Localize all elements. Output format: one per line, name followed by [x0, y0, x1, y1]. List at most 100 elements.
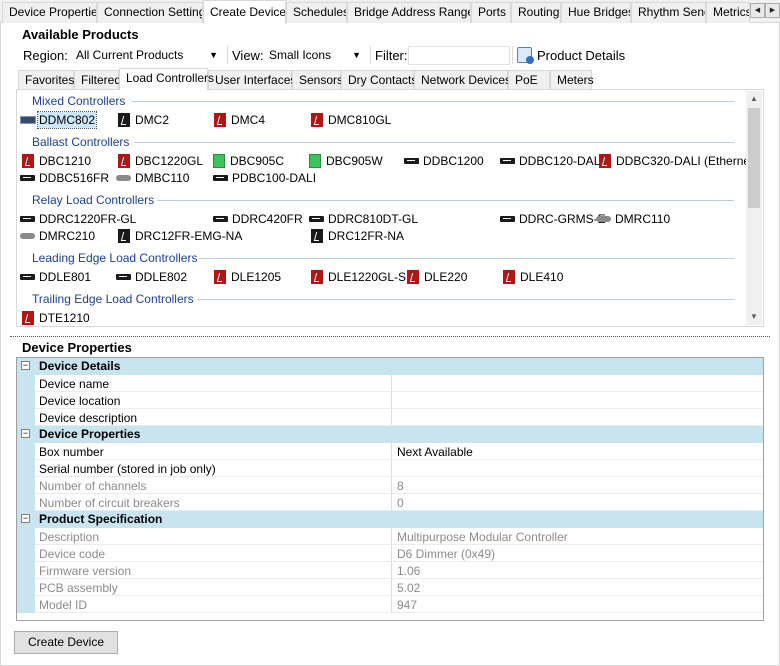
collapse-icon[interactable]: −: [21, 514, 30, 523]
tab-device-properties[interactable]: Device Properties: [2, 2, 97, 23]
product-dle1220gl-s[interactable]: DLE1220GL-S: [311, 269, 411, 285]
panel-splitter[interactable]: [10, 336, 770, 337]
product-dbc1210[interactable]: DBC1210: [22, 153, 112, 169]
product-ddrc1220fr-gl[interactable]: DDRC1220FR-GL: [20, 211, 140, 227]
product-label: DMC2: [135, 113, 170, 127]
column-divider[interactable]: [391, 545, 392, 562]
tab-connection-settings[interactable]: Connection Settings: [97, 2, 203, 23]
column-divider[interactable]: [391, 460, 392, 477]
property-name: Device code: [39, 547, 106, 561]
property-grid: − Device Details Device name Device loca…: [16, 357, 764, 621]
product-dmbc110[interactable]: DMBC110: [116, 170, 206, 186]
column-divider[interactable]: [391, 409, 392, 426]
column-divider[interactable]: [391, 443, 392, 460]
tab-schedules[interactable]: Schedules: [286, 2, 347, 23]
column-divider[interactable]: [391, 494, 392, 511]
product-dmc810gl[interactable]: DMC810GL: [311, 112, 411, 128]
property-name: Device name: [39, 377, 110, 391]
column-divider[interactable]: [391, 596, 392, 613]
product-ddbc120-dali[interactable]: DDBC120-DALI: [500, 153, 604, 169]
category-device-details[interactable]: − Device Details: [17, 358, 763, 375]
tab-scroll-left-icon[interactable]: ◀: [750, 3, 765, 18]
row-gutter: [17, 409, 35, 426]
tab-ports[interactable]: Ports: [471, 2, 511, 23]
column-divider[interactable]: [391, 562, 392, 579]
product-dmrc210[interactable]: DMRC210: [20, 228, 110, 244]
product-list-scrollbar[interactable]: ▲ ▼: [746, 91, 762, 325]
column-divider[interactable]: [391, 392, 392, 409]
product-dbc905w[interactable]: DBC905W: [309, 153, 399, 169]
product-ddbc516fr[interactable]: DDBC516FR: [20, 170, 110, 186]
product-details-icon[interactable]: [517, 47, 534, 64]
product-dmc2[interactable]: DMC2: [118, 112, 208, 128]
tab-network-devices[interactable]: Network Devices: [414, 70, 511, 89]
category-device-properties[interactable]: − Device Properties: [17, 426, 763, 443]
product-dbc905c[interactable]: DBC905C: [213, 153, 303, 169]
product-details-button[interactable]: Product Details: [537, 48, 625, 63]
product-ddbc320-dali-ethernet[interactable]: DDBC320-DALI (Ethernet): [599, 153, 757, 169]
tab-hue-bridges[interactable]: Hue Bridges: [561, 2, 631, 23]
product-dte1210[interactable]: DTE1210: [22, 310, 112, 326]
tab-dry-contacts[interactable]: Dry Contacts: [341, 70, 417, 89]
product-ddle802[interactable]: DDLE802: [116, 269, 206, 285]
product-dmrc110[interactable]: DMRC110: [596, 211, 686, 227]
category-tab-strip: Favorites Filtered Load Controllers User…: [18, 68, 768, 90]
tab-metrics[interactable]: Metrics: [706, 2, 750, 23]
product-dle220[interactable]: DLE220: [407, 269, 497, 285]
property-row-number-of-circuit-breakers: Number of circuit breakers 0: [17, 494, 763, 511]
product-ddrc810dt-gl[interactable]: DDRC810DT-GL: [309, 211, 419, 227]
product-ddle801[interactable]: DDLE801: [20, 269, 110, 285]
tab-meters[interactable]: Meters: [550, 70, 594, 89]
property-value[interactable]: Next Available: [397, 445, 473, 459]
property-row-device-name[interactable]: Device name: [17, 375, 763, 392]
product-dle1205[interactable]: DLE1205: [214, 269, 304, 285]
property-row-serial-number[interactable]: Serial number (stored in job only): [17, 460, 763, 477]
product-dmc4[interactable]: DMC4: [214, 112, 304, 128]
tab-filtered[interactable]: Filtered: [74, 70, 121, 89]
tab-poe[interactable]: PoE: [508, 70, 550, 89]
product-ddrc-grms-e[interactable]: DDRC-GRMS-E: [500, 211, 606, 227]
tab-favorites[interactable]: Favorites: [18, 70, 74, 89]
property-value: 947: [397, 598, 418, 612]
toolbar-separator: [227, 46, 228, 64]
region-dropdown[interactable]: All Current Products ▼: [70, 45, 224, 65]
dimmer-icon: [118, 113, 130, 127]
column-divider[interactable]: [391, 375, 392, 392]
product-dbc1220gl[interactable]: DBC1220GL: [118, 153, 208, 169]
product-drc12fr-emg-na[interactable]: DRC12FR-EMG-NA: [118, 228, 242, 244]
collapse-icon[interactable]: −: [21, 361, 30, 370]
property-row-box-number[interactable]: Box number Next Available: [17, 443, 763, 460]
category-product-specification[interactable]: − Product Specification: [17, 511, 763, 528]
product-ddmc802[interactable]: DDMC802: [20, 111, 110, 129]
tab-sensors[interactable]: Sensors: [292, 70, 343, 89]
scroll-down-icon[interactable]: ▼: [746, 309, 762, 325]
product-label: DLE410: [520, 270, 564, 284]
tab-bridge-address-ranges[interactable]: Bridge Address Ranges: [347, 2, 471, 23]
tab-scroll-right-icon[interactable]: ▶: [765, 3, 780, 18]
product-ddrc420fr[interactable]: DDRC420FR: [213, 211, 303, 227]
create-device-button[interactable]: Create Device: [14, 631, 118, 654]
product-list[interactable]: Mixed Controllers DDMC802 DMC2 DMC4 DMC8…: [16, 89, 764, 327]
product-pdbc100-dali[interactable]: PDBC100-DALI: [213, 170, 316, 186]
column-divider[interactable]: [391, 477, 392, 494]
tab-routing[interactable]: Routing: [511, 2, 561, 23]
product-dle410[interactable]: DLE410: [503, 269, 593, 285]
tab-rhythm-send[interactable]: Rhythm Send: [631, 2, 706, 23]
scroll-up-icon[interactable]: ▲: [746, 91, 762, 107]
product-drc12fr-na[interactable]: DRC12FR-NA: [311, 228, 411, 244]
filter-input[interactable]: [408, 46, 510, 65]
property-row-device-description[interactable]: Device description: [17, 409, 763, 426]
property-name: Model ID: [39, 598, 88, 612]
tab-load-controllers[interactable]: Load Controllers: [119, 68, 214, 90]
property-name: Device description: [39, 411, 138, 425]
column-divider[interactable]: [391, 528, 392, 545]
property-row-device-location[interactable]: Device location: [17, 392, 763, 409]
scroll-thumb[interactable]: [748, 108, 760, 208]
product-ddbc1200[interactable]: DDBC1200: [404, 153, 499, 169]
view-dropdown[interactable]: Small Icons ▼: [263, 45, 367, 65]
tab-user-interfaces[interactable]: User Interfaces: [208, 70, 296, 89]
column-divider[interactable]: [391, 579, 392, 596]
collapse-icon[interactable]: −: [21, 429, 30, 438]
property-name: Device location: [39, 394, 121, 408]
tab-create-device[interactable]: Create Device: [203, 0, 286, 24]
